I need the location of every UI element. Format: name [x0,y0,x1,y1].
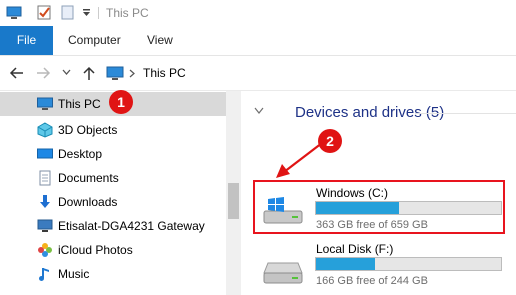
computer-icon [106,66,124,80]
nav-item-label: 3D Objects [58,123,118,137]
music-icon [39,268,49,281]
highlight-box [253,180,505,234]
nav-item-documents[interactable]: Documents [0,166,226,190]
nav-item-label: Documents [58,171,119,185]
hard-drive-icon[interactable] [262,259,304,285]
forward-arrow-icon[interactable] [36,66,52,80]
properties-icon[interactable] [36,4,53,21]
chevron-down-icon[interactable] [254,107,264,115]
desktop-icon [37,148,53,159]
tab-computer[interactable]: Computer [68,26,121,55]
nav-item-label: iCloud Photos [58,243,133,257]
new-folder-icon[interactable] [61,4,75,21]
nav-scrollbar-thumb[interactable] [228,183,239,219]
nav-item-3d-objects[interactable]: 3D Objects [0,118,226,142]
nav-item-label: Downloads [58,195,118,209]
up-arrow-icon[interactable] [82,65,96,81]
nav-item-label: Music [58,267,90,281]
nav-item-downloads[interactable]: Downloads [0,190,226,214]
download-icon [40,195,50,208]
chevron-right-icon[interactable] [129,69,135,78]
divider [415,113,516,114]
divider [98,7,99,19]
network-icon [37,219,53,232]
nav-item-label: Etisalat-DGA4231 Gateway [58,219,205,233]
step-marker-1: 1 [109,90,133,114]
computer-icon [6,6,22,19]
drive-name[interactable]: Local Disk (F:) [316,242,393,256]
computer-icon [37,97,53,110]
nav-item-network-gateway[interactable]: Etisalat-DGA4231 Gateway [0,214,226,238]
title-bar: This PC [0,0,516,26]
back-arrow-icon[interactable] [8,66,24,80]
drive-usage-bar [315,257,502,271]
nav-item-label: Desktop [58,147,103,161]
annotation-arrow [276,142,323,178]
tab-view[interactable]: View [147,26,173,55]
window-title: This PC [106,6,149,20]
drive-usage-fill [316,258,376,270]
recent-locations-icon[interactable] [62,69,71,75]
photos-icon [38,243,52,257]
documents-icon [39,170,51,186]
address-row: This PC [0,56,516,91]
address-path[interactable]: This PC [143,66,186,80]
ribbon-tabs: File Computer View [0,26,516,56]
cube-icon [37,122,53,138]
chevron-down-icon[interactable] [82,9,91,17]
nav-item-music[interactable]: Music [0,262,226,286]
drive-free-space: 166 GB free of 244 GB [316,275,428,287]
nav-item-icloud-photos[interactable]: iCloud Photos [0,238,226,262]
tab-file[interactable]: File [0,26,53,55]
nav-item-label: This PC [58,97,101,111]
nav-item-desktop[interactable]: Desktop [0,142,226,166]
